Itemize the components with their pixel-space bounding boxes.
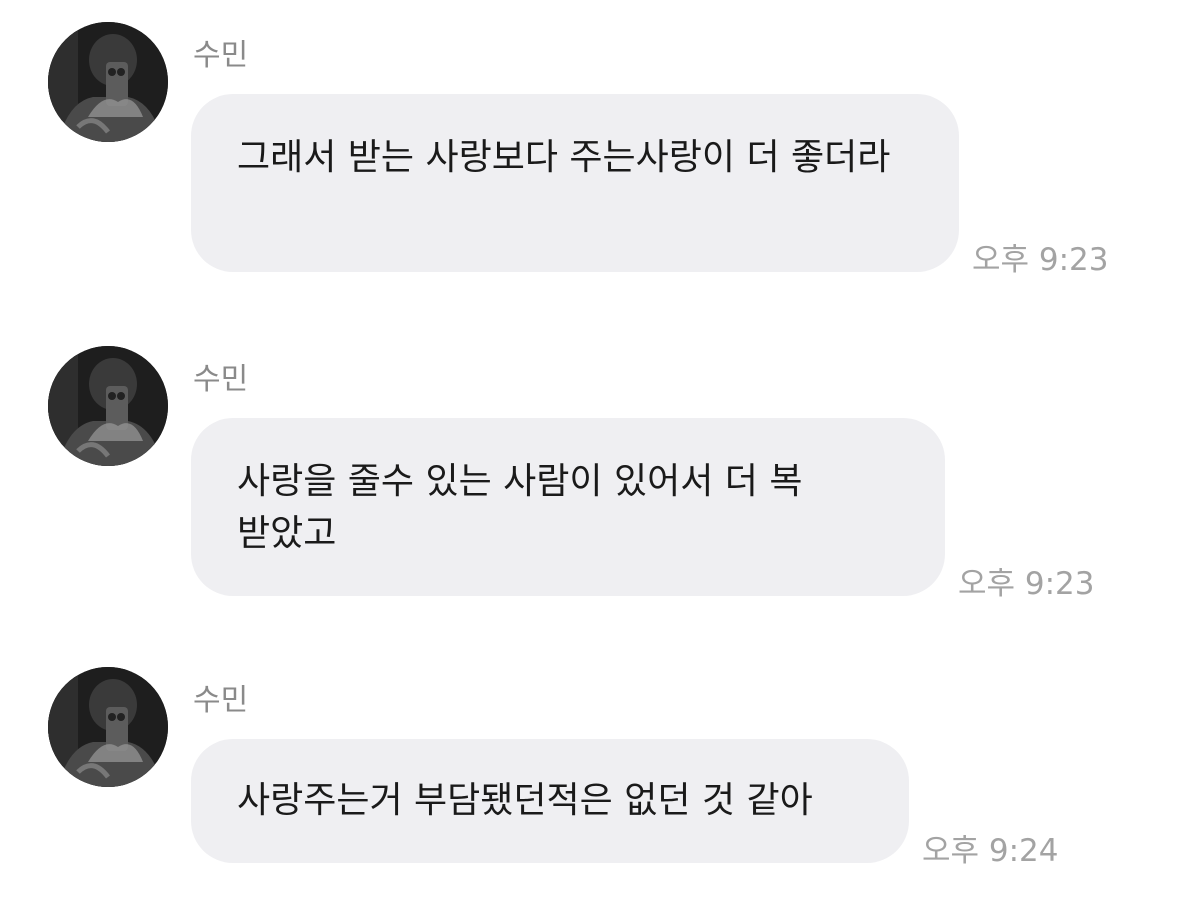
sender-name: 수민 (193, 683, 249, 718)
message-bubble[interactable]: 사랑을 줄수 있는 사람이 있어서 더 복 받았고 (191, 418, 945, 596)
sender-name: 수민 (193, 362, 249, 397)
message-bubble[interactable]: 사랑주는거 부담됐던적은 없던 것 같아 (191, 739, 909, 863)
message-timestamp: 오후 9:23 (958, 566, 1095, 602)
chat-thread: 수민 그래서 받는 사랑보다 주는사랑이 더 좋더라 오후 9:23 수민 사랑… (0, 0, 1200, 900)
message-bubble[interactable]: 그래서 받는 사랑보다 주는사랑이 더 좋더라 (191, 94, 959, 272)
message-timestamp: 오후 9:23 (972, 242, 1109, 278)
profile-photo-icon[interactable] (48, 22, 168, 142)
profile-photo-icon[interactable] (48, 667, 168, 787)
message-timestamp: 오후 9:24 (922, 833, 1059, 869)
profile-photo-icon[interactable] (48, 346, 168, 466)
sender-name: 수민 (193, 38, 249, 73)
